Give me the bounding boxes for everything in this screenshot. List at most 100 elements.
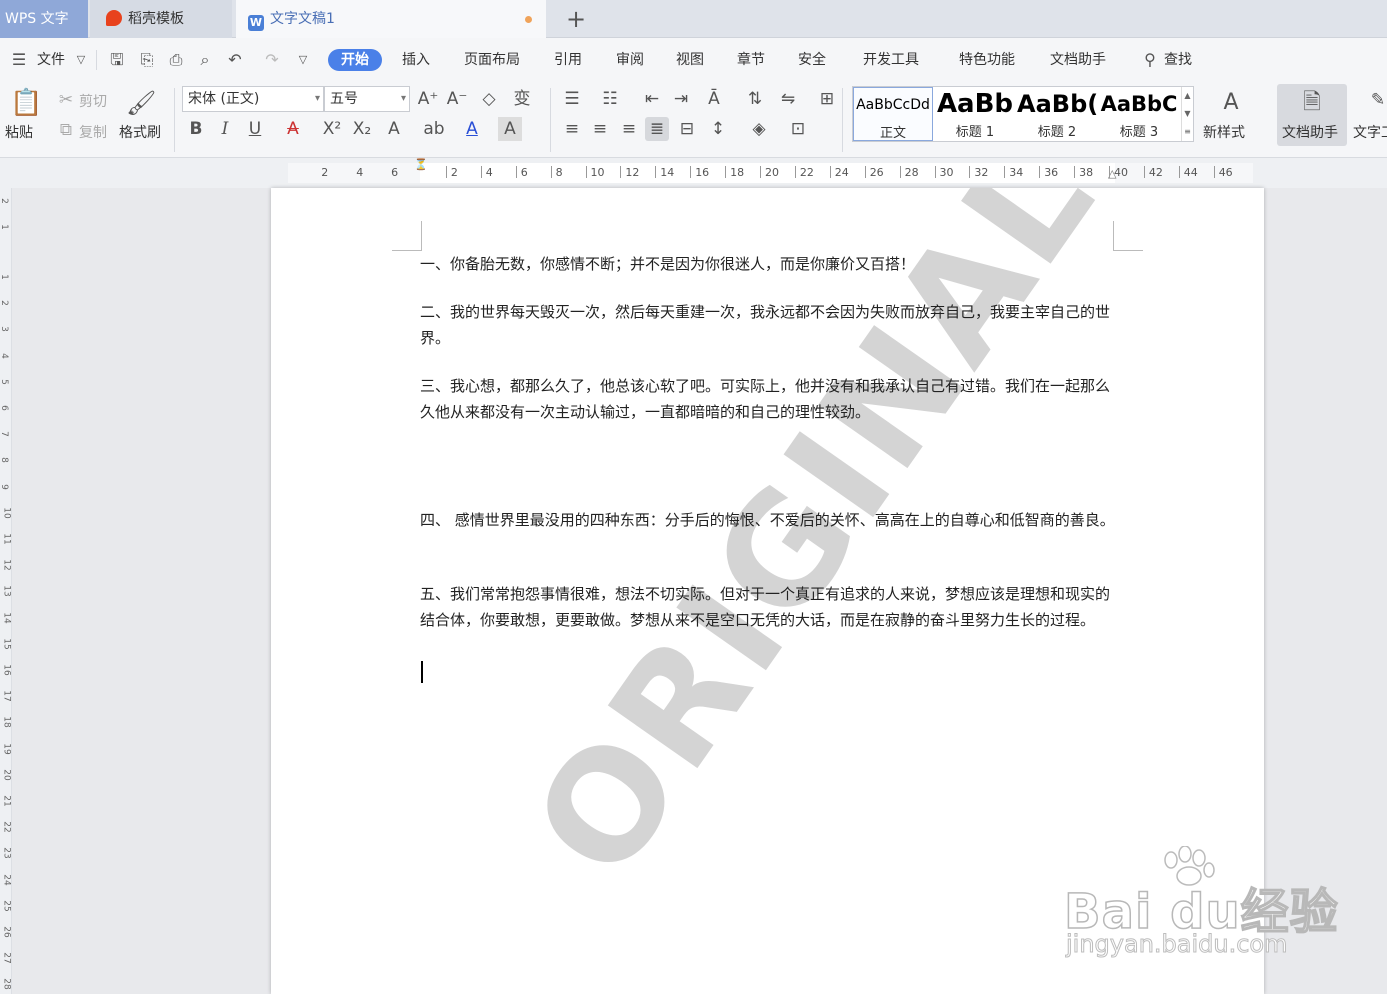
print-preview-icon[interactable]: ⌕ <box>194 49 216 71</box>
format-painter-button[interactable]: 格式刷 <box>119 122 161 142</box>
font-size-select[interactable]: 五号 <box>324 86 410 112</box>
font-color-icon[interactable]: A <box>460 117 484 141</box>
tab-docer-templates[interactable]: 稻壳模板 <box>90 0 232 38</box>
menu-developer[interactable]: 开发工具 <box>858 49 924 71</box>
paragraph-2[interactable]: 二、我的世界每天毁灭一次，然后每天重建一次，我永远都不会因为失败而放弃自己，我要… <box>420 299 1120 351</box>
clear-format-icon[interactable]: ◇ <box>477 87 501 111</box>
paragraph-3[interactable]: 三、我心想，都那么久了，他总该心软了吧。可实际上，他并没有和我承认自己有过错。我… <box>420 373 1120 425</box>
char-shading-icon[interactable]: A <box>498 117 522 141</box>
style-normal[interactable]: AaBbCcDd 正文 <box>853 87 933 141</box>
paragraph-marks-icon[interactable]: ⇋ <box>776 87 800 111</box>
paragraph-5[interactable]: 五、我们常常抱怨事情很难，想法不切实际。但对于一个真正有追求的人来说，梦想应该是… <box>420 581 1120 633</box>
paste-icon[interactable]: 📋 <box>10 88 42 118</box>
paste-button[interactable]: 粘贴 <box>5 122 33 142</box>
grow-font-icon[interactable]: A⁺ <box>416 87 440 111</box>
copy-icon[interactable]: ⧉ <box>54 118 78 142</box>
redo-icon[interactable]: ↷ <box>261 49 283 71</box>
search-icon[interactable]: ⚲ <box>1139 49 1161 71</box>
style-heading-3[interactable]: AaBbC 标题 3 <box>1099 87 1179 141</box>
paragraph-4[interactable]: 四、 感情世界里最没用的四种东西：分手后的悔恨、不爱后的关怀、高高在上的自尊心和… <box>420 507 1120 533</box>
vertical-ruler[interactable]: 2112345678910111213141516171819202122232… <box>0 188 12 994</box>
ruler-number: 5 <box>0 379 9 385</box>
text-tools-button[interactable]: 文字工 <box>1353 122 1387 142</box>
menu-home[interactable]: 开始 <box>328 49 382 71</box>
decrease-indent-icon[interactable]: ⇤ <box>640 87 664 111</box>
cut-icon[interactable]: ✂ <box>54 88 78 112</box>
chinese-layout-icon[interactable]: Ā <box>702 87 726 111</box>
menu-file[interactable]: 文件 <box>34 49 68 71</box>
ruler-tick <box>864 166 866 178</box>
menu-doc-assistant[interactable]: 文档助手 <box>1045 49 1111 71</box>
menu-references[interactable]: 引用 <box>550 49 586 71</box>
text-effect-icon[interactable]: A <box>382 117 406 141</box>
menu-features[interactable]: 特色功能 <box>954 49 1020 71</box>
unsaved-dot-icon <box>525 16 532 23</box>
align-right-icon[interactable]: ≡ <box>617 117 641 141</box>
cut-button[interactable]: 剪切 <box>79 91 107 111</box>
menu-view[interactable]: 视图 <box>672 49 708 71</box>
ruler-number: 4 <box>356 166 364 179</box>
paragraph-1[interactable]: 一、你备胎无数，你感情不断；并不是因为你很迷人，而是你廉价又百搭！ <box>420 251 1120 277</box>
chevron-down-icon[interactable]: ▽ <box>70 49 92 71</box>
horizontal-ruler[interactable]: ⏳ △ 6 4 2 2 4 6 8 10 12 14 16 18 20 22 24 26 28 30 32 34 36 3… <box>0 158 1387 188</box>
superscript-icon[interactable]: X² <box>320 117 344 141</box>
font-name-select[interactable]: 宋体 (正文) <box>182 86 324 112</box>
underline-button[interactable]: U <box>243 117 267 141</box>
ruler-tick <box>829 166 831 178</box>
ruler-number: 3 <box>0 327 9 333</box>
ruler-tick <box>620 166 622 178</box>
text-tools-icon[interactable]: ✎ <box>1366 88 1387 112</box>
new-style-icon[interactable]: A <box>1216 88 1246 118</box>
menu-security[interactable]: 安全 <box>794 49 830 71</box>
ruler-number: 13 <box>1 585 12 598</box>
menu-section[interactable]: 章节 <box>733 49 769 71</box>
undo-icon[interactable]: ↶ <box>224 49 246 71</box>
copy-button[interactable]: 复制 <box>79 122 107 142</box>
doc-assistant-button[interactable]: 🗎 文档助手 <box>1277 84 1347 146</box>
print-icon[interactable]: ⎙ <box>165 49 187 71</box>
bullet-list-icon[interactable]: ☰ <box>560 87 584 111</box>
tab-label: 文字文稿1 <box>270 11 335 27</box>
menu-insert[interactable]: 插入 <box>398 49 434 71</box>
increase-indent-icon[interactable]: ⇥ <box>669 87 693 111</box>
phonetic-guide-icon[interactable]: 变 <box>510 87 534 111</box>
menu-review[interactable]: 审阅 <box>612 49 648 71</box>
numbered-list-icon[interactable]: ☷ <box>598 87 622 111</box>
divider <box>550 88 551 152</box>
style-heading-2[interactable]: AaBb( 标题 2 <box>1017 87 1097 141</box>
align-center-icon[interactable]: ≡ <box>588 117 612 141</box>
tab-document[interactable]: W 文字文稿1 <box>236 0 546 38</box>
shrink-font-icon[interactable]: A⁻ <box>445 87 469 111</box>
line-spacing-icon[interactable]: ↕ <box>706 117 730 141</box>
highlight-icon[interactable]: ab <box>422 117 446 141</box>
sort-icon[interactable]: ⇅ <box>743 87 767 111</box>
ruler-number: 2 <box>450 166 458 179</box>
menu-page-layout[interactable]: 页面布局 <box>460 49 524 71</box>
new-style-button[interactable]: 新样式 <box>1203 122 1245 142</box>
format-painter-icon[interactable]: 🖌 <box>126 88 156 118</box>
export-icon[interactable]: ⎘ <box>136 49 158 71</box>
search-button[interactable]: 查找 <box>1161 49 1195 71</box>
save-icon[interactable]: 🖫 <box>106 49 128 71</box>
bold-button[interactable]: B <box>184 117 208 141</box>
new-tab-button[interactable]: + <box>562 4 590 34</box>
ruler-number: 34 <box>1009 166 1024 179</box>
borders-icon[interactable]: ⊡ <box>786 117 810 141</box>
ruler-tick <box>550 166 552 178</box>
doc-assistant-label: 文档助手 <box>1282 125 1338 141</box>
customize-icon[interactable]: ▽ <box>292 49 314 71</box>
distributed-icon[interactable]: ⊟ <box>675 117 699 141</box>
gallery-scroll[interactable]: ▲ ▼ ≡ <box>1181 87 1193 141</box>
indent-marker-icon[interactable]: ⏳ <box>414 158 428 171</box>
app-menu-tab[interactable]: WPS 文字 <box>0 0 88 38</box>
table-layout-icon[interactable]: ⊞ <box>815 87 839 111</box>
hamburger-icon[interactable]: ☰ <box>8 49 30 71</box>
subscript-icon[interactable]: X₂ <box>350 117 374 141</box>
italic-button[interactable]: I <box>213 117 237 141</box>
shading-icon[interactable]: ◈ <box>747 117 771 141</box>
justify-icon[interactable]: ≣ <box>645 117 669 141</box>
style-heading-1[interactable]: AaBb 标题 1 <box>935 87 1015 141</box>
ruler-tick <box>1004 166 1006 178</box>
strikethrough-icon[interactable]: A <box>281 117 305 141</box>
align-left-icon[interactable]: ≡ <box>560 117 584 141</box>
